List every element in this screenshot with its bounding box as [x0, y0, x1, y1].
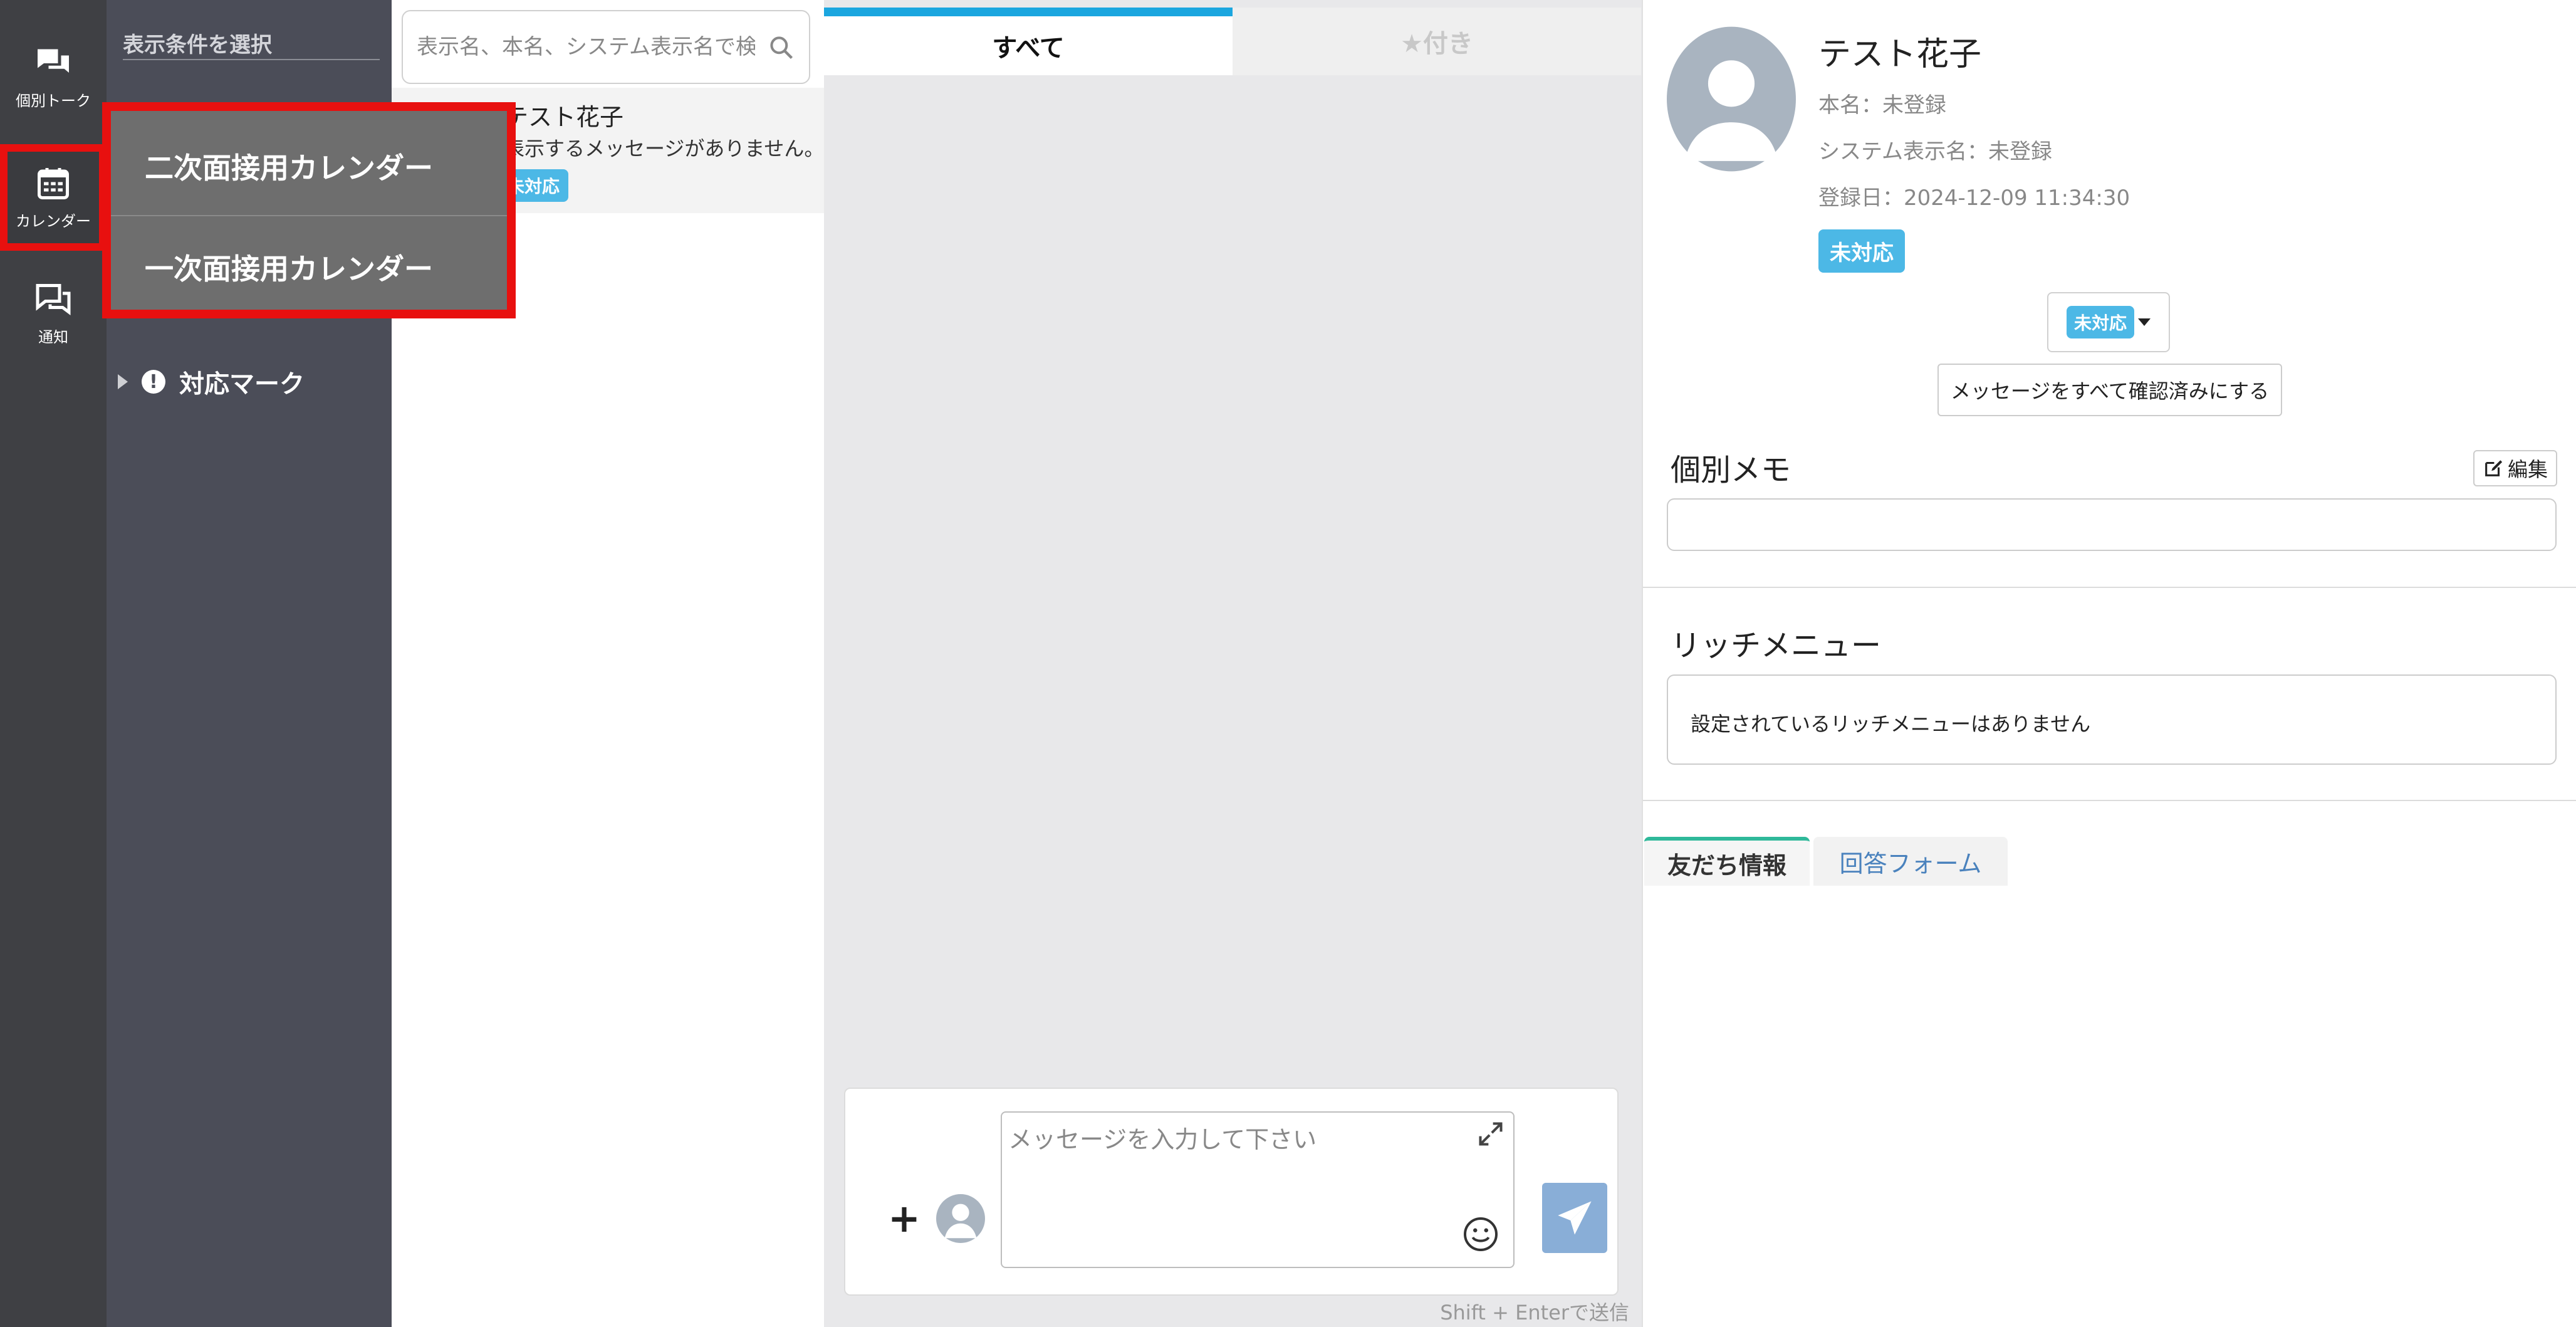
filter-item-label: 対応マーク [179, 370, 305, 399]
send-button[interactable] [1542, 1183, 1607, 1253]
calendar-dropdown: 二次面接用カレンダー 一次面接用カレンダー [102, 102, 516, 318]
search-box [402, 10, 810, 84]
mark-all-read-button[interactable]: メッセージをすべて確認済みにする [1937, 364, 2282, 416]
tab-answer-form[interactable]: 回答フォーム [1813, 837, 2008, 886]
exclamation-icon: ! [142, 370, 165, 394]
nav-item-label: 個別トーク [16, 92, 91, 110]
contact-name: テスト花子 [504, 103, 624, 131]
edit-icon [2485, 460, 2503, 476]
calendar-menu-item-first-interview[interactable]: 一次面接用カレンダー [111, 218, 507, 317]
app-window: 個別トーク カレンダー 通知 表示条件を選択 ! 対応マーク 二次面接用カレンダ… [0, 0, 2576, 1327]
message-composer: + [844, 1088, 1619, 1296]
rich-menu-empty-text: 設定されているリッチメニューはありません [1691, 712, 2091, 736]
profile-system-name: システム表示名：未登録 [1818, 139, 2052, 164]
search-icon[interactable] [768, 34, 795, 61]
edit-label: 編集 [2507, 458, 2548, 481]
calendar-menu-item-second-interview[interactable]: 二次面接用カレンダー [111, 117, 507, 216]
status-badge: 未対応 [1818, 229, 1905, 273]
emoji-icon[interactable] [1462, 1215, 1499, 1253]
rich-menu-box: 設定されているリッチメニューはありません [1667, 674, 2557, 765]
chat-panel: すべて ★付き + メッセージを入力して下さい Shift + Enterで送信 [824, 0, 1642, 1327]
filter-title: 表示条件を選択 [123, 28, 380, 60]
expand-arrow-icon [118, 374, 128, 389]
expand-icon[interactable] [1477, 1120, 1504, 1148]
message-box [1001, 1111, 1515, 1268]
avatar [936, 1194, 985, 1243]
nav-item-notification[interactable]: 通知 [0, 260, 107, 367]
contact-preview: 表示するメッセージがありません。 [504, 137, 825, 160]
nav-rail: 個別トーク カレンダー 通知 [0, 0, 107, 1327]
profile-name: テスト花子 [1818, 36, 1982, 73]
tab-starred[interactable]: ★付き [1233, 8, 1641, 75]
nav-item-talk[interactable]: 個別トーク [0, 24, 107, 130]
nav-item-label: カレンダー [16, 212, 91, 230]
filter-item-response-mark[interactable]: ! 対応マーク [118, 364, 305, 400]
paper-plane-icon [1558, 1201, 1592, 1235]
avatar [1667, 26, 1796, 172]
tab-all[interactable]: すべて [824, 8, 1233, 75]
calendar-icon [38, 167, 69, 199]
send-shortcut-hint: Shift + Enterで送信 [1440, 1301, 1629, 1324]
profile-real-name: 本名：未登録 [1818, 93, 1946, 118]
tab-friend-info[interactable]: 友だち情報 [1644, 837, 1810, 886]
memo-title: 個別メモ [1671, 453, 1791, 488]
search-input[interactable] [417, 34, 755, 60]
status-dropdown-value: 未対応 [2066, 306, 2134, 338]
divider [1643, 800, 2576, 801]
nav-item-label: 通知 [38, 328, 68, 346]
status-dropdown[interactable]: 未対応 [2047, 292, 2170, 352]
rich-menu-title: リッチメニュー [1671, 628, 1882, 663]
edit-memo-button[interactable]: 編集 [2473, 450, 2557, 486]
chat-bubbles-icon [38, 49, 69, 73]
profile-registered-date: 登録日：2024-12-09 11:34:30 [1818, 186, 2130, 211]
notification-icon [36, 283, 71, 315]
memo-field[interactable] [1667, 498, 2557, 551]
chat-tabs: すべて ★付き [824, 8, 1642, 75]
nav-item-calendar[interactable]: カレンダー [0, 144, 107, 251]
divider [1643, 587, 2576, 588]
message-input[interactable] [1008, 1120, 1472, 1246]
profile-panel: テスト花子 本名：未登録 システム表示名：未登録 登録日：2024-12-09 … [1642, 0, 2576, 1327]
add-attachment-button[interactable]: + [888, 1195, 920, 1241]
chevron-down-icon [2138, 318, 2151, 326]
